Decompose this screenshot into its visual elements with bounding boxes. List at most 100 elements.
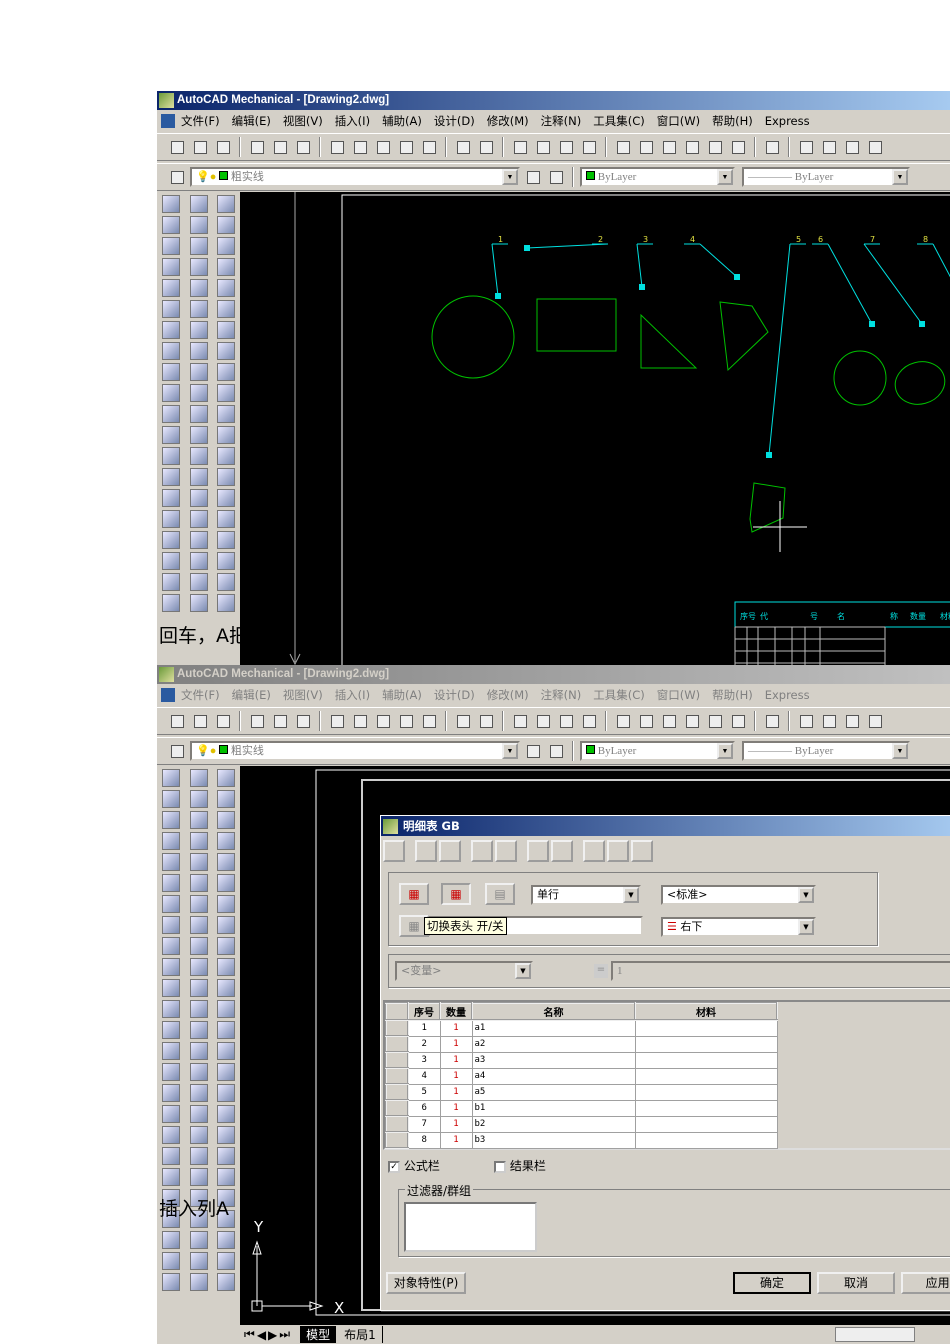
copy-icon[interactable]: [350, 711, 370, 731]
menu-item[interactable]: 注释(N): [541, 687, 582, 703]
modify-tool-icon[interactable]: [162, 195, 180, 213]
draw-tool-icon[interactable]: [190, 916, 208, 934]
menu-item[interactable]: 插入(I): [335, 113, 370, 129]
column-header[interactable]: 数量: [439, 1002, 473, 1021]
result-bar-checkbox[interactable]: 结果栏: [494, 1157, 546, 1174]
draw-tool-icon[interactable]: [190, 832, 208, 850]
table-row[interactable]: 6 1 b1: [385, 1099, 778, 1117]
draw-tool-icon[interactable]: [190, 510, 208, 528]
item-number-cell[interactable]: 6: [407, 1099, 441, 1117]
menu-item[interactable]: 辅助(A): [382, 687, 422, 703]
draw-tool-icon[interactable]: [217, 1063, 235, 1081]
header-style-button[interactable]: ▦: [399, 883, 429, 905]
draw-tool-icon[interactable]: [190, 195, 208, 213]
help-icon[interactable]: [762, 711, 782, 731]
calculator-icon[interactable]: [728, 711, 748, 731]
chevron-down-icon[interactable]: ▼: [515, 963, 531, 979]
draw-tool-icon[interactable]: [217, 1147, 235, 1165]
draw-tool-icon[interactable]: [217, 573, 235, 591]
pan-icon[interactable]: [510, 137, 530, 157]
name-cell[interactable]: a3: [471, 1051, 636, 1069]
first-tab-icon[interactable]: ⏮: [244, 1327, 255, 1342]
menu-item[interactable]: 设计(D): [434, 687, 475, 703]
modify-tool-icon[interactable]: [162, 1063, 180, 1081]
merge-icon[interactable]: [471, 840, 493, 862]
draw-tool-icon[interactable]: [190, 573, 208, 591]
make-current-layer-icon[interactable]: [523, 741, 543, 761]
draw-tool-icon[interactable]: [190, 447, 208, 465]
material-cell[interactable]: [634, 1051, 778, 1069]
brush-icon[interactable]: [419, 137, 439, 157]
item-number-cell[interactable]: 1: [407, 1019, 441, 1037]
draw-tool-icon[interactable]: [217, 405, 235, 423]
quantity-cell[interactable]: 1: [439, 1099, 473, 1117]
modify-tool-icon[interactable]: [162, 937, 180, 955]
undo-icon[interactable]: [453, 137, 473, 157]
item-number-cell[interactable]: 8: [407, 1131, 441, 1149]
draw-tool-icon[interactable]: [190, 552, 208, 570]
undo-icon[interactable]: [453, 711, 473, 731]
draw-tool-icon[interactable]: [190, 1273, 208, 1291]
draw-tool-icon[interactable]: [190, 1126, 208, 1144]
draw-tool-icon[interactable]: [217, 1168, 235, 1186]
draw-tool-icon[interactable]: [217, 426, 235, 444]
split-icon[interactable]: [495, 840, 517, 862]
row-header[interactable]: [385, 1099, 409, 1117]
draw-tool-icon[interactable]: [217, 321, 235, 339]
cut-icon[interactable]: [327, 137, 347, 157]
color-combo[interactable]: ByLayer ▼: [580, 741, 735, 761]
table-row[interactable]: 1 1 a1: [385, 1019, 778, 1037]
new-icon[interactable]: [167, 137, 187, 157]
toolpalette-icon[interactable]: [659, 137, 679, 157]
name-cell[interactable]: a4: [471, 1067, 636, 1085]
modify-tool-icon[interactable]: [162, 1168, 180, 1186]
draw-tool-icon[interactable]: [217, 300, 235, 318]
draw-tool-icon[interactable]: [217, 790, 235, 808]
modify-tool-icon[interactable]: [162, 405, 180, 423]
modify-tool-icon[interactable]: [162, 384, 180, 402]
menu-item[interactable]: 工具集(C): [593, 687, 645, 703]
draw-tool-icon[interactable]: [190, 237, 208, 255]
color-combo[interactable]: ByLayer ▼: [580, 167, 735, 187]
draw-tool-icon[interactable]: [217, 1126, 235, 1144]
row-header[interactable]: [385, 1019, 409, 1037]
properties-icon[interactable]: [613, 711, 633, 731]
menu-item[interactable]: 编辑(E): [232, 687, 271, 703]
redo-icon[interactable]: [476, 137, 496, 157]
modify-tool-icon[interactable]: [162, 979, 180, 997]
row-header[interactable]: [385, 1067, 409, 1085]
insert-row-above-icon[interactable]: [415, 840, 437, 862]
draw-tool-icon[interactable]: [217, 979, 235, 997]
paste-icon[interactable]: [373, 711, 393, 731]
modify-tool-icon[interactable]: [162, 895, 180, 913]
draw-tool-icon[interactable]: [190, 769, 208, 787]
modify-tool-icon[interactable]: [162, 321, 180, 339]
draw-tool-icon[interactable]: [217, 832, 235, 850]
row-mode-select[interactable]: 单行 ▼: [531, 885, 641, 905]
markup-icon[interactable]: [705, 137, 725, 157]
linetype-combo[interactable]: ———— ByLayer ▼: [742, 167, 910, 187]
modify-tool-icon[interactable]: [162, 489, 180, 507]
draw-tool-icon[interactable]: [217, 1042, 235, 1060]
layer-combo[interactable]: 💡● 粗实线 ▼: [190, 741, 520, 761]
menu-item[interactable]: 窗口(W): [657, 687, 700, 703]
dbconnect-icon[interactable]: [682, 137, 702, 157]
document-icon[interactable]: [161, 687, 175, 702]
menu-item[interactable]: 文件(F): [181, 113, 220, 129]
layer-combo[interactable]: 💡● 粗实线 ▼: [190, 167, 520, 187]
item-number-cell[interactable]: 2: [407, 1035, 441, 1053]
formula-bar-checkbox[interactable]: ✓ 公式栏: [388, 1157, 440, 1174]
material-cell[interactable]: [634, 1115, 778, 1133]
modify-tool-icon[interactable]: [162, 594, 180, 612]
preview-icon[interactable]: [270, 137, 290, 157]
draw-tool-icon[interactable]: [217, 552, 235, 570]
quantity-cell[interactable]: 1: [439, 1115, 473, 1133]
material-cell[interactable]: [634, 1067, 778, 1085]
draw-tool-icon[interactable]: [217, 384, 235, 402]
draw-tool-icon[interactable]: [190, 279, 208, 297]
menu-item[interactable]: 视图(V): [283, 687, 323, 703]
quantity-cell[interactable]: 1: [439, 1131, 473, 1149]
draw-tool-icon[interactable]: [190, 405, 208, 423]
name-cell[interactable]: b1: [471, 1099, 636, 1117]
grid-style-button[interactable]: ▦: [441, 883, 471, 905]
